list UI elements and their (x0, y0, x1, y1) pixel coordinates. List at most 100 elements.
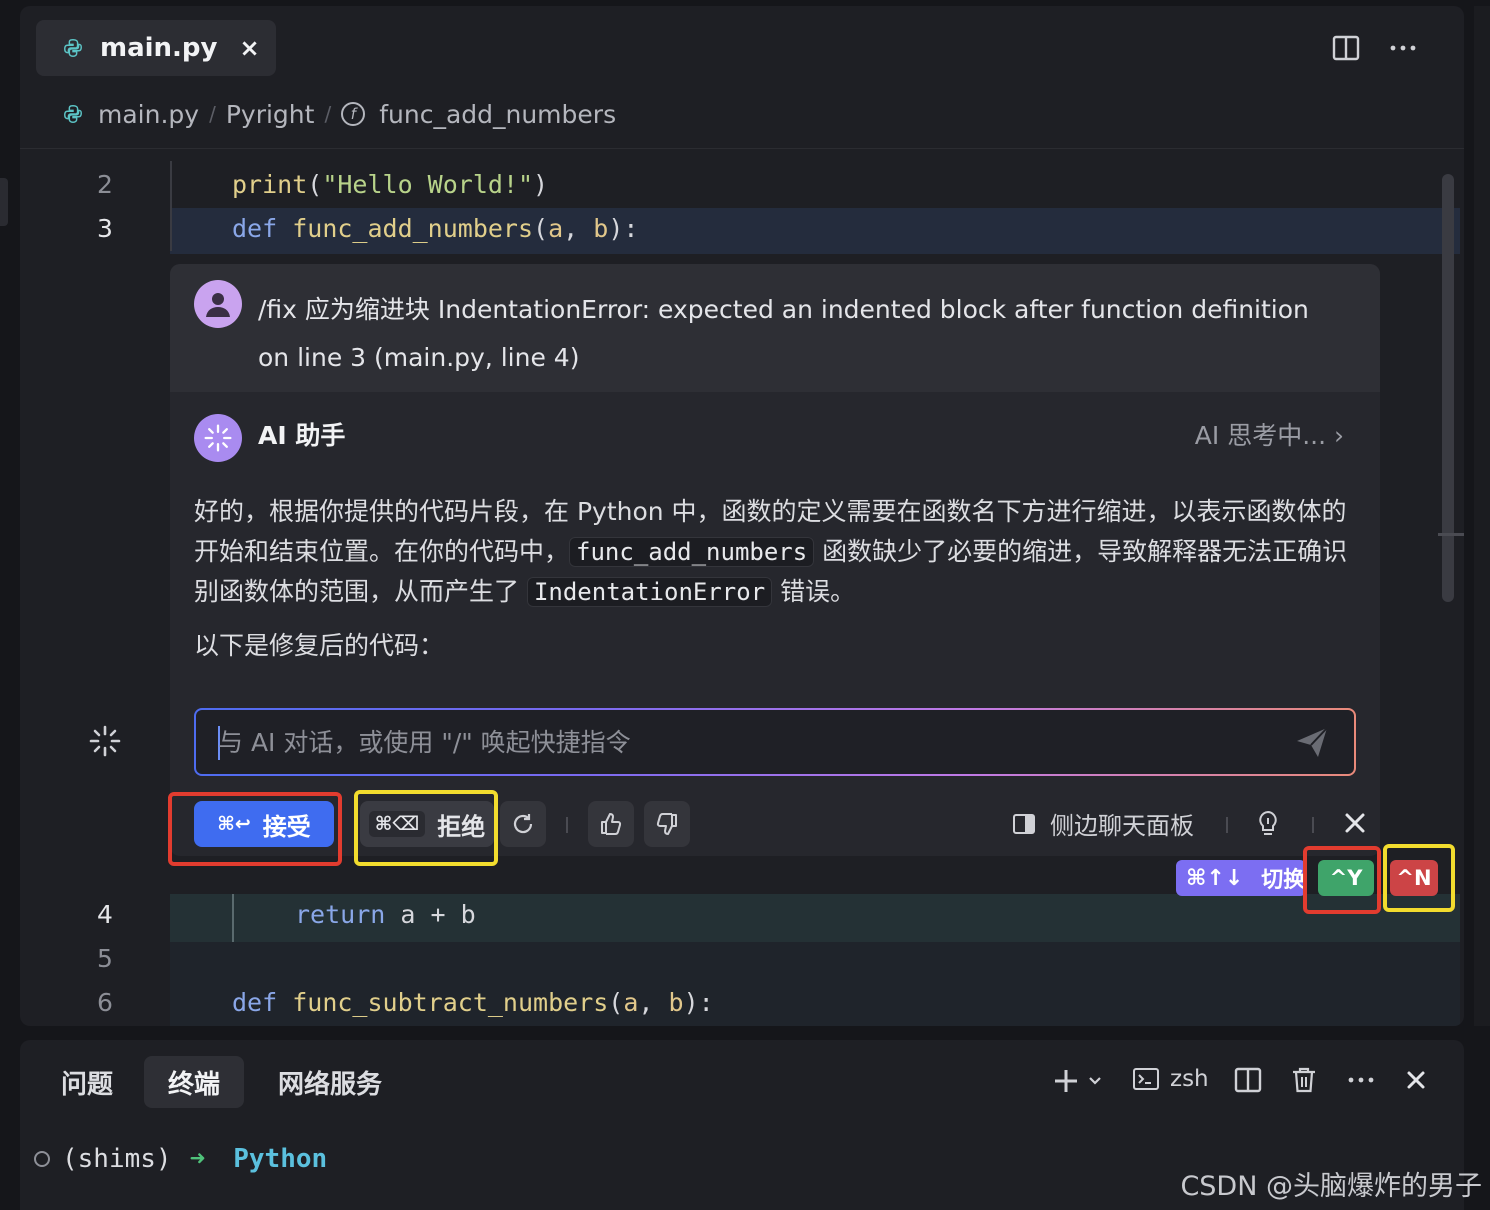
line-number: 6 (97, 988, 113, 1017)
breadcrumb-symbol[interactable]: func_add_numbers (379, 100, 616, 129)
more-actions-icon[interactable] (1346, 1066, 1376, 1098)
thumbs-down-button[interactable] (644, 801, 690, 847)
prompt-status-dot (34, 1151, 50, 1167)
close-panel-icon[interactable] (1344, 812, 1366, 838)
tab-problems[interactable]: 问题 (52, 1056, 122, 1108)
annotation-box-yellow (354, 790, 498, 866)
code-line-6[interactable]: def func_subtract_numbers(a, b): (232, 988, 714, 1017)
token-paren: ): (608, 214, 639, 243)
terminal-selector[interactable]: zsh (1132, 1066, 1209, 1092)
token-expression: a + b (385, 900, 476, 929)
send-icon[interactable] (1294, 724, 1330, 760)
editor-pane: main.py × main.py / Pyright / f func_add… (20, 6, 1464, 1026)
code-line-4[interactable]: return a + b (295, 900, 476, 929)
indent-guide (232, 894, 234, 942)
code-line-2[interactable]: print("Hello World!") (232, 170, 548, 199)
user-message-text: /fix 应为缩进块 IndentationError: expected an… (258, 295, 1309, 372)
indent-guide (170, 161, 172, 251)
breadcrumb-separator: / (324, 102, 332, 126)
split-editor-icon[interactable] (1332, 34, 1360, 66)
tab-terminal[interactable]: 终端 (144, 1056, 244, 1108)
token-keyword: return (295, 900, 386, 929)
assistant-name: AI 助手 (258, 421, 346, 450)
assistant-response: 好的，根据你提供的代码片段，在 Python 中，函数的定义需要在函数名下方进行… (194, 492, 1354, 612)
python-file-icon (64, 105, 82, 123)
line-number: 4 (97, 900, 113, 929)
regenerate-button[interactable] (500, 801, 546, 847)
scrollbar-marker (1438, 533, 1464, 536)
token-paren: ( (608, 988, 624, 1017)
function-symbol-icon: f (341, 102, 366, 126)
sidebar-chat-button[interactable]: 侧边聊天面板 (1012, 806, 1194, 841)
terminal-icon (1133, 1068, 1159, 1090)
line-number: 5 (97, 944, 113, 973)
terminal-prompt[interactable]: (shims) ➜ Python (34, 1144, 327, 1174)
token-paren: ): (683, 988, 714, 1017)
diff-switch-hint[interactable]: ⌘↑↓ 切换 (1176, 860, 1306, 896)
tab-main-py[interactable]: main.py × (36, 20, 276, 76)
new-terminal-icon[interactable] (1054, 1066, 1106, 1100)
window-edge (1474, 6, 1490, 1026)
token-paren: ( (307, 170, 323, 199)
thumbs-down-icon (656, 813, 677, 835)
thumbs-up-icon (601, 813, 622, 835)
python-file-icon (64, 39, 82, 57)
more-actions-icon[interactable] (1388, 34, 1418, 66)
trash-icon[interactable] (1290, 1066, 1318, 1098)
token-function: func_subtract_numbers (292, 988, 609, 1017)
annotation-box-red (168, 792, 342, 866)
toolbar-separator (1312, 817, 1314, 833)
sidebar-chat-label: 侧边聊天面板 (1050, 812, 1194, 840)
chat-input-box[interactable] (194, 708, 1356, 776)
annotation-box-yellow (1383, 844, 1455, 912)
assistant-avatar (194, 414, 242, 462)
breadcrumb-provider[interactable]: Pyright (226, 100, 315, 129)
response-text: 错误。 (772, 577, 856, 606)
close-panel-icon[interactable] (1406, 1070, 1426, 1094)
token-comma: , (563, 214, 594, 243)
prompt-env: (shims) (62, 1144, 172, 1174)
breadcrumb: main.py / Pyright / f func_add_numbers (62, 94, 616, 134)
editor-scrollbar[interactable] (1442, 174, 1454, 602)
token-param: b (593, 214, 609, 243)
thinking-toggle[interactable]: AI 思考中... › (1195, 416, 1344, 452)
activity-bar-sliver (0, 178, 8, 226)
tab-close-icon[interactable]: × (240, 34, 260, 62)
refresh-icon (513, 814, 533, 834)
token-function: func_add_numbers (292, 214, 534, 243)
chat-input[interactable] (218, 722, 1278, 762)
toolbar-separator (1226, 817, 1228, 833)
line-number: 2 (97, 170, 113, 199)
token-comma: , (638, 988, 669, 1017)
token-string: "Hello World!" (322, 170, 534, 199)
tab-network-services[interactable]: 网络服务 (268, 1056, 392, 1108)
ai-sparkle-icon[interactable] (88, 724, 122, 762)
terminal-name: zsh (1170, 1066, 1209, 1092)
breadcrumb-separator: / (209, 102, 216, 126)
prompt-directory: Python (233, 1144, 328, 1174)
user-message: /fix 应为缩进块 IndentationError: expected an… (170, 264, 1380, 392)
token-param: b (668, 988, 684, 1017)
token-param: a (623, 988, 639, 1017)
inline-code: IndentationError (526, 577, 773, 607)
token-keyword: def (232, 214, 278, 243)
sidebar-panel-icon (1013, 813, 1035, 834)
annotation-box-red (1303, 846, 1381, 914)
watermark: CSDN @头脑爆炸的男子 (1180, 1171, 1482, 1202)
user-icon (206, 293, 230, 317)
inline-chat-panel: /fix 应为缩进块 IndentationError: expected an… (168, 264, 1380, 866)
token-paren: ( (533, 214, 549, 243)
response-followup: 以下是修复后的代码： (194, 631, 445, 660)
token-keyword: def (232, 988, 278, 1017)
token-param: a (548, 214, 564, 243)
line-number: 3 (97, 214, 113, 243)
tab-filename: main.py (100, 33, 218, 63)
tips-lightbulb-icon[interactable] (1256, 810, 1280, 842)
split-terminal-icon[interactable] (1234, 1066, 1262, 1098)
switch-shortcut: ⌘↑↓ (1186, 865, 1244, 891)
thumbs-up-button[interactable] (588, 801, 634, 847)
sparkle-icon (204, 424, 232, 452)
inline-code: func_add_numbers (569, 537, 815, 567)
code-line-3[interactable]: def func_add_numbers(a, b): (232, 214, 638, 243)
breadcrumb-file[interactable]: main.py (98, 100, 199, 129)
